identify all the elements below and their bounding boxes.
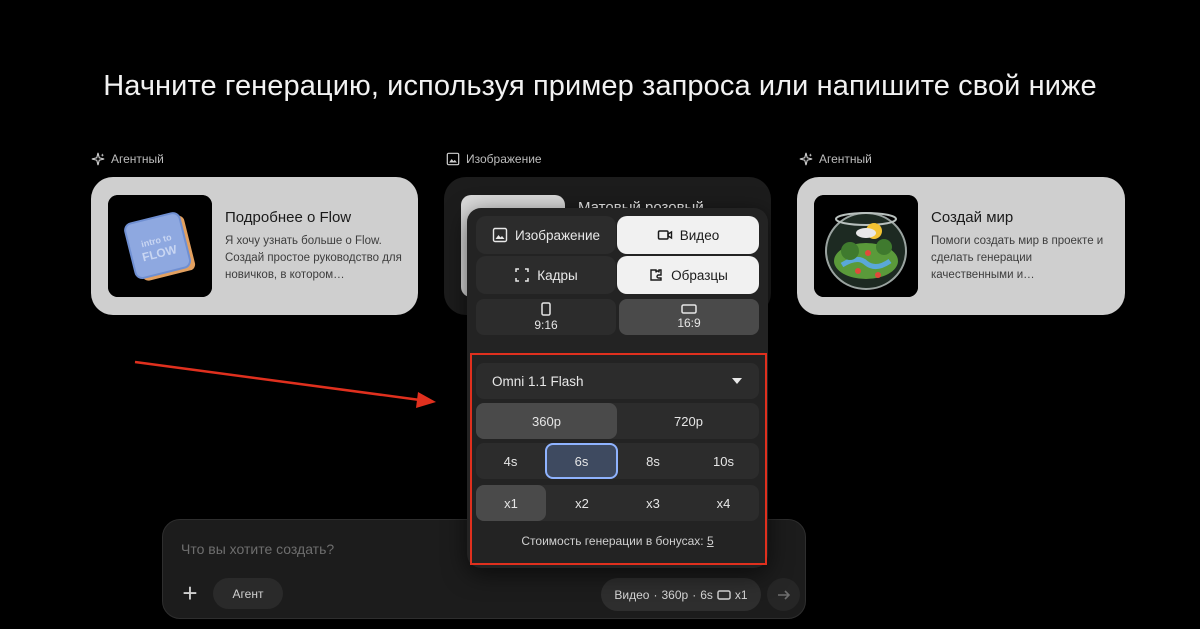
count-option[interactable]: x1 (476, 485, 546, 521)
chip-resolution: 360p (661, 587, 689, 602)
sparkle-icon (799, 152, 813, 166)
cost-label: Стоимость генерации в бонусах: (521, 534, 704, 548)
section-label-text: Агентный (819, 152, 872, 166)
chevron-down-icon (732, 378, 742, 384)
prompt-card-flow-intro[interactable]: intro to FLOW Подробнее о Flow Я хочу уз… (91, 177, 418, 315)
portrait-icon (541, 302, 551, 316)
section-label-agentic: Агентный (91, 152, 164, 166)
resolution-option[interactable]: 720p (618, 403, 759, 439)
image-icon (492, 227, 508, 243)
landscape-icon (717, 589, 731, 600)
chip-separator: · (692, 587, 697, 602)
aspect-ratio-portrait[interactable]: 9:16 (476, 299, 616, 335)
add-icon[interactable]: + (177, 580, 203, 606)
agent-button[interactable]: Агент (213, 578, 283, 609)
chip-duration: 6s (700, 587, 713, 602)
card-description: Помоги создать мир в проекте и сделать г… (931, 235, 1104, 281)
video-icon (657, 230, 672, 240)
tab-ingredients[interactable]: Образцы (617, 256, 759, 294)
terrarium-icon (814, 195, 918, 297)
count-option[interactable]: x2 (547, 485, 617, 521)
ingredients-icon (650, 269, 662, 281)
model-select[interactable]: Omni 1.1 Flash (476, 363, 759, 399)
card-thumbnail: intro to FLOW (108, 195, 212, 297)
resolution-option[interactable]: 360p (476, 403, 617, 439)
image-icon (446, 152, 460, 166)
chip-separator: · (653, 587, 658, 602)
generation-cost: Стоимость генерации в бонусах: 5 (467, 534, 768, 548)
card-title: Создай мир (931, 209, 1014, 226)
section-label-agentic-2: Агентный (799, 152, 872, 166)
duration-option[interactable]: 6s (545, 443, 618, 479)
send-button[interactable] (767, 578, 800, 611)
tab-label: Образцы (671, 267, 728, 283)
card-thumbnail (814, 195, 918, 297)
aspect-ratio-landscape[interactable]: 16:9 (619, 299, 759, 335)
aspect-label: 9:16 (534, 318, 558, 332)
tab-frames[interactable]: Кадры (476, 256, 616, 294)
duration-option[interactable]: 10s (688, 443, 759, 479)
model-label: Omni 1.1 Flash (492, 373, 584, 389)
tab-image[interactable]: Изображение (476, 216, 616, 254)
landscape-icon (681, 304, 697, 314)
count-option[interactable]: x3 (618, 485, 688, 521)
duration-option[interactable]: 4s (476, 443, 545, 479)
prompt-input[interactable]: Что вы хотите создать? (181, 541, 334, 557)
chip-mode: Видео (614, 587, 650, 602)
arrow-right-icon (777, 589, 790, 600)
book-icon: intro to FLOW (108, 195, 212, 297)
chip-count: x1 (734, 587, 748, 602)
section-label-text: Агентный (111, 152, 164, 166)
count-option[interactable]: x4 (688, 485, 759, 521)
generation-settings-chip[interactable]: Видео · 360p · 6s x1 (601, 578, 761, 611)
tab-label: Видео (679, 227, 720, 243)
cost-value[interactable]: 5 (707, 534, 714, 548)
section-label-text: Изображение (466, 152, 542, 166)
aspect-label: 16:9 (677, 316, 701, 330)
sparkle-icon (91, 152, 105, 166)
tab-video[interactable]: Видео (617, 216, 759, 254)
card-title: Подробнее о Flow (225, 209, 352, 226)
duration-option[interactable]: 8s (618, 443, 688, 479)
section-label-image: Изображение (446, 152, 542, 166)
prompt-card-create-world[interactable]: Создай мир Помоги создать мир в проекте … (797, 177, 1125, 315)
card-description: Я хочу узнать больше о Flow. Создай прос… (225, 235, 402, 281)
tab-label: Изображение (514, 227, 601, 243)
page-headline: Начните генерацию, используя пример запр… (103, 70, 1097, 102)
generation-settings-panel: Изображение Видео Кадры Образцы 9:16 16:… (467, 208, 768, 568)
tab-label: Кадры (537, 267, 578, 283)
frames-icon (515, 268, 530, 282)
